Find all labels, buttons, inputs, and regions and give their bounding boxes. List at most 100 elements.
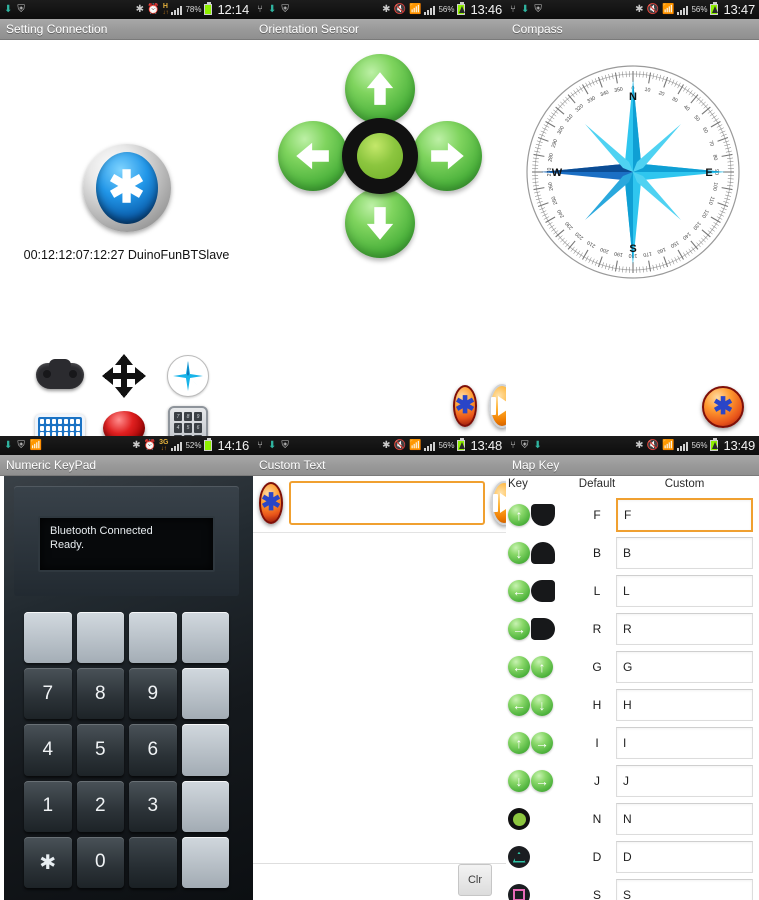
custom-key-input-J[interactable] xyxy=(616,765,753,797)
red-button-icon[interactable] xyxy=(94,404,154,436)
keypad-blank-key-0-3[interactable] xyxy=(181,612,229,664)
panel-3-body: 0102030405060708090100110120130140150160… xyxy=(506,40,759,436)
status-left-icons-6: ⑂ ⛨ ⬇ xyxy=(510,439,542,451)
custom-key-input-F[interactable] xyxy=(616,498,753,532)
status-right-icons-5: ✱ 🔇 📶 56% 13:48 xyxy=(382,438,502,453)
compass-icon[interactable] xyxy=(158,352,218,400)
clear-button[interactable]: Clr xyxy=(458,864,492,896)
keypad-blank-key-3-3[interactable] xyxy=(181,780,229,832)
header-custom: Custom xyxy=(664,478,705,490)
dpad-right-button[interactable] xyxy=(411,121,482,191)
bluetooth-status-icon: ✱ xyxy=(135,3,144,15)
keypad-blank-key-0-2[interactable] xyxy=(129,612,177,664)
bluetooth-icon[interactable]: ✱ xyxy=(702,386,744,428)
icon-spacer xyxy=(531,808,553,830)
title-bar-2: Orientation Sensor xyxy=(253,19,506,40)
custom-key-input-D[interactable] xyxy=(616,841,753,873)
shield-icon: ⛨ xyxy=(281,439,289,451)
arrow-left-green-icon: ← xyxy=(508,580,530,602)
signal-icon xyxy=(424,4,436,15)
custom-text-input[interactable] xyxy=(289,481,486,525)
default-key-label: J xyxy=(594,774,600,788)
keypad-blank-key-0-0[interactable] xyxy=(24,612,72,664)
default-key-label: L xyxy=(593,584,601,598)
keypad-key-6[interactable]: 6 xyxy=(129,724,177,776)
title-bar-6: Map Key xyxy=(506,455,759,476)
keypad-blank-key-4-3[interactable] xyxy=(181,836,229,888)
gamepad-icon[interactable] xyxy=(30,352,90,400)
table-row: → R xyxy=(506,610,759,648)
keypad-key-4[interactable]: 4 xyxy=(24,724,72,776)
bluetooth-icon[interactable]: ✱ xyxy=(453,385,478,427)
compass-rose[interactable]: 0102030405060708090100110120130140150160… xyxy=(523,62,743,287)
key-icons: ↓ → xyxy=(508,770,578,792)
pad-right-black-icon xyxy=(531,618,555,640)
numeric-keypad-icon[interactable]: 7 8 9 4 5 6 1 2 3 xyxy=(158,404,218,436)
keypad-key-3[interactable]: 3 xyxy=(129,780,177,832)
custom-text-toolbar: ✱ xyxy=(253,476,506,530)
device-address-label: 00:12:12:07:12:27 DuinoFunBTSlave xyxy=(23,248,230,262)
mute-icon: 🔇 xyxy=(393,3,406,15)
signal-icon xyxy=(677,4,689,15)
keypad-key-2[interactable]: 2 xyxy=(76,780,124,832)
custom-key-input-G[interactable] xyxy=(616,651,753,683)
keyboard-icon[interactable] xyxy=(30,404,90,436)
dpad-center-button[interactable] xyxy=(341,118,418,194)
keypad-blank-key-4-2[interactable] xyxy=(129,836,177,888)
keypad-bluetooth-key[interactable]: ✱ xyxy=(24,836,72,888)
dpad-down-button[interactable] xyxy=(344,188,415,258)
keypad-key-1[interactable]: 1 xyxy=(24,780,72,832)
icon-spacer xyxy=(531,846,553,868)
key-icons: ↑ xyxy=(508,504,578,526)
custom-key-input-H[interactable] xyxy=(616,689,753,721)
custom-key-input-N[interactable] xyxy=(616,803,753,835)
play-pause-icon[interactable] xyxy=(489,384,506,428)
custom-key-input-R[interactable] xyxy=(616,613,753,645)
page-title-6: Map Key xyxy=(512,458,560,472)
status-left-icons-3: ⑂ ⬇ ⛨ xyxy=(510,3,542,15)
custom-key-input-B[interactable] xyxy=(616,537,753,569)
page-title-4: Numeric KeyPad xyxy=(6,458,97,472)
orientation-controls-row: ✱ xyxy=(253,384,506,428)
download-icon: ⬇ xyxy=(4,439,13,451)
bluetooth-icon[interactable]: ✱ xyxy=(259,482,284,524)
custom-key-input-S[interactable] xyxy=(616,879,753,900)
svg-text:E: E xyxy=(705,167,712,179)
four-way-arrows-icon[interactable] xyxy=(94,352,154,400)
arrow-up-green-icon: ↑ xyxy=(508,504,530,526)
custom-key-input-I[interactable] xyxy=(616,727,753,759)
bluetooth-status-icon: ✱ xyxy=(635,439,644,451)
bluetooth-connect-area: ✱ 00:12:12:07:12:27 DuinoFunBTSlave xyxy=(0,144,253,262)
keypad-key-0[interactable]: 0 xyxy=(76,836,124,888)
map-key-rows: ↑F↓B←L→R←↑G←↓H↑→I↓→JNDS xyxy=(506,496,759,900)
keypad-key-8[interactable]: 8 xyxy=(76,668,124,720)
signal-icon xyxy=(171,440,183,451)
mode-icon-grid: 7 8 9 4 5 6 1 2 3 xyxy=(30,352,218,436)
battery-pct-5: 56% xyxy=(438,441,455,450)
dpad-left-button[interactable] xyxy=(277,121,348,191)
status-left-icons-2: ⑂ ⬇ ⛨ xyxy=(257,4,289,15)
usb-icon: ⑂ xyxy=(257,439,263,451)
keypad-blank-key-1-3[interactable] xyxy=(181,668,229,720)
status-right-icons-6: ✱ 🔇 📶 56% 13:49 xyxy=(635,438,755,453)
play-pause-icon[interactable] xyxy=(491,481,506,525)
square-button-icon xyxy=(508,884,530,900)
status-bar-3: ⑂ ⬇ ⛨ ✱ 🔇 📶 56% 13:47 xyxy=(506,0,759,19)
shield-icon: ⛨ xyxy=(521,439,529,451)
keypad-key-5[interactable]: 5 xyxy=(76,724,124,776)
table-row: ↓ B xyxy=(506,534,759,572)
wifi-icon: 📶 xyxy=(661,3,675,15)
keypad-blank-key-0-1[interactable] xyxy=(76,612,124,664)
keypad-key-7[interactable]: 7 xyxy=(24,668,72,720)
arrow-right-green-icon: → xyxy=(531,770,553,792)
download-icon: ⬇ xyxy=(521,3,530,15)
bluetooth-icon[interactable]: ✱ xyxy=(82,144,171,232)
keypad-blank-key-2-3[interactable] xyxy=(181,724,229,776)
custom-key-input-L[interactable] xyxy=(616,575,753,607)
shield-icon: ⛨ xyxy=(17,439,25,451)
signal-icon xyxy=(424,440,436,451)
center-circle-green-icon xyxy=(508,808,530,830)
dpad-up-button[interactable] xyxy=(344,54,415,124)
key-icons: ← ↑ xyxy=(508,656,578,678)
keypad-key-9[interactable]: 9 xyxy=(129,668,177,720)
